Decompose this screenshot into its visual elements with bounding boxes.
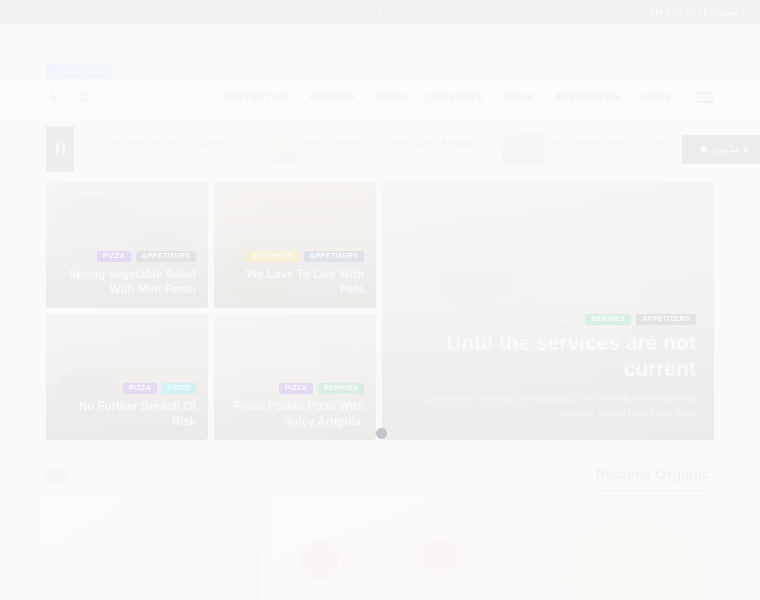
ticker-count-label: ۵ عناوین bbox=[713, 143, 749, 155]
top-utility-bar: ۸ بهمن ۱۴۰۲ 9:09:34 AM ‹ | › bbox=[0, 0, 760, 24]
tag-desserts[interactable]: DESSERTS bbox=[246, 251, 300, 263]
tag-appetizers[interactable]: APPETIZERS bbox=[636, 314, 696, 326]
tag-pizza[interactable]: PIZZA bbox=[122, 383, 158, 395]
topbar-pager: ‹ | › bbox=[0, 0, 760, 24]
ticker-item[interactable]: No Further Breach Of Risk 2 سال Ago bbox=[490, 133, 682, 165]
shuffle-icon: ↯ bbox=[619, 36, 628, 48]
hero-featured-content: 2 سال Ago BERRIES APPETIZERS Until the s… bbox=[382, 300, 714, 440]
random-post-link[interactable]: ↯ مطلب تصادفی bbox=[556, 37, 628, 48]
hero-card-title: We Love To Live With Pets bbox=[246, 269, 364, 297]
hero-featured-title: Until the services are not current bbox=[446, 332, 696, 382]
hero-card-we-love-to-live-with-pets[interactable]: DESSERTS APPETIZERS We Love To Live With… bbox=[214, 182, 376, 308]
hero-grid: PIZZA APPETIZERS Spring Vegetable Salad … bbox=[46, 182, 714, 440]
random-post-label: مطلب تصادفی bbox=[556, 36, 615, 48]
main-navigation: CONTACT US BERRIES FOOD DESSERTS PIZZA A… bbox=[222, 92, 714, 103]
live-now-label: Live Now bbox=[63, 66, 103, 76]
hero-card-content: DESSERTS APPETIZERS We Love To Live With… bbox=[214, 241, 376, 308]
secondary-strip: ↯ مطلب تصادفی این مطلب یک شروع است bbox=[0, 24, 760, 60]
search-icon[interactable] bbox=[77, 91, 90, 104]
hero-featured-excerpt: Lorem Ipsum is simply dummy text of the … bbox=[422, 392, 696, 420]
nav-item-desserts[interactable]: DESSERTS bbox=[427, 92, 483, 103]
hero-card-title: Pesto Potato Pizza With Spicy Arugula. bbox=[233, 401, 364, 429]
ticker-item-title: Pesto Potato Pizza With Spicy Arugula. bbox=[303, 137, 478, 149]
ticker-item-body: Until the services are not current 2 سال… bbox=[86, 138, 230, 161]
hero-featured-time: 2 سال Ago bbox=[538, 315, 575, 325]
ticker-item-time: 2 سال Ago bbox=[442, 151, 478, 161]
recipe-card-image bbox=[273, 500, 487, 600]
tag-pizza[interactable]: PIZZA bbox=[96, 251, 132, 263]
nav-item-berries[interactable]: BERRIES bbox=[310, 92, 356, 103]
hero-card-tags: PIZZA FOOD bbox=[58, 383, 196, 395]
hero-card-title: No Further Breach Of Risk bbox=[79, 401, 196, 429]
hero-featured-card[interactable]: 2 سال Ago BERRIES APPETIZERS Until the s… bbox=[382, 182, 714, 440]
live-now-badge[interactable]: Live Now bbox=[46, 63, 113, 79]
live-now-row: Live Now bbox=[0, 62, 760, 80]
hero-card-spring-vegetable-salad[interactable]: PIZZA APPETIZERS Spring Vegetable Salad … bbox=[46, 182, 208, 308]
ticker-item-body: Pesto Potato Pizza With Spicy Arugula. 2… bbox=[304, 138, 478, 161]
ticker-item[interactable]: Until the services are not current 2 سال… bbox=[74, 138, 242, 161]
recipe-card-image bbox=[500, 500, 714, 600]
hero-card-tags: PIZZA BERRIES bbox=[226, 383, 364, 395]
carousel-dot-active[interactable] bbox=[376, 428, 387, 439]
ticker-pause-button[interactable] bbox=[46, 126, 74, 172]
ticker-item-time: 2 سال Ago bbox=[194, 151, 230, 161]
ticker-item-thumbnail bbox=[501, 133, 544, 165]
site-header: CONTACT US BERRIES FOOD DESSERTS PIZZA A… bbox=[0, 80, 760, 116]
hero-card-content: PIZZA FOOD No Further Breach Of Risk bbox=[46, 373, 208, 440]
live-divider bbox=[104, 71, 714, 72]
page-root: ۸ بهمن ۱۴۰۲ 9:09:34 AM ‹ | › ↯ مطلب تصاد… bbox=[0, 0, 760, 600]
section-title: Recipes Organic bbox=[595, 467, 710, 492]
recipe-card[interactable] bbox=[273, 500, 487, 600]
ticker-item[interactable]: Pesto Potato Pizza With Spicy Arugula. 2… bbox=[242, 133, 490, 165]
moon-icon[interactable] bbox=[46, 91, 59, 104]
hero-card-pesto-potato-pizza[interactable]: PIZZA BERRIES Pesto Potato Pizza With Sp… bbox=[214, 314, 376, 440]
news-ticker: Until the services are not current 2 سال… bbox=[46, 126, 760, 172]
tag-food[interactable]: FOOD bbox=[162, 383, 196, 395]
pager-prev-icon[interactable]: ‹ bbox=[388, 7, 391, 18]
hero-card-tags: PIZZA APPETIZERS bbox=[58, 251, 196, 263]
recipe-card-image bbox=[46, 500, 260, 600]
current-datetime: ۸ بهمن ۱۴۰۲ 9:09:34 AM bbox=[649, 6, 746, 17]
ticker-item-body: No Further Breach Of Risk 2 سال Ago bbox=[552, 138, 670, 161]
nav-item-contact-us[interactable]: CONTACT US bbox=[222, 92, 289, 103]
header-icon-group bbox=[46, 91, 90, 104]
recipe-card[interactable] bbox=[46, 500, 260, 600]
section-divider bbox=[46, 493, 714, 494]
hamburger-icon[interactable] bbox=[697, 92, 714, 103]
hero-card-title: Spring Vegetable Salad With Mint Pesto bbox=[68, 269, 196, 297]
ticker-headline-count-badge[interactable]: ۵ عناوین ◆ bbox=[681, 134, 760, 164]
pager-separator: | bbox=[378, 7, 382, 17]
hero-card-content: PIZZA BERRIES Pesto Potato Pizza With Sp… bbox=[214, 373, 376, 440]
ticker-item-time: 2 سال Ago bbox=[634, 151, 670, 161]
tag-pizza[interactable]: PIZZA bbox=[278, 383, 314, 395]
nav-item-appetizers[interactable]: APPETIZERS bbox=[555, 92, 620, 103]
hero-card-content: PIZZA APPETIZERS Spring Vegetable Salad … bbox=[46, 241, 208, 308]
hero-card-no-further-breach-of-risk[interactable]: PIZZA FOOD No Further Breach Of Risk bbox=[46, 314, 208, 440]
ticker-item-title: Until the services are not current bbox=[86, 137, 230, 149]
tag-berries[interactable]: BERRIES bbox=[318, 383, 364, 395]
section-header-recipes-organic: Recipes Organic ‹ bbox=[46, 462, 714, 496]
ticker-item-thumbnail bbox=[253, 133, 296, 165]
pager-next-icon[interactable]: › bbox=[368, 7, 371, 18]
nav-item-home[interactable]: HOME bbox=[641, 92, 672, 103]
recipe-card[interactable] bbox=[500, 500, 714, 600]
nav-item-pizza[interactable]: PIZZA bbox=[504, 92, 534, 103]
live-dot-icon bbox=[54, 68, 59, 74]
hero-featured-tags: 2 سال Ago BERRIES APPETIZERS bbox=[400, 314, 696, 326]
ticker-count-icon: ◆ bbox=[699, 143, 708, 155]
carousel-prev-button[interactable]: ‹ bbox=[46, 466, 66, 486]
nav-item-food[interactable]: FOOD bbox=[377, 92, 407, 103]
hero-card-tags: DESSERTS APPETIZERS bbox=[226, 251, 364, 263]
marquee-text: این مطلب یک شروع است bbox=[345, 36, 449, 48]
ticker-item-title: No Further Breach Of Risk bbox=[551, 137, 670, 149]
tag-berries[interactable]: BERRIES bbox=[585, 314, 632, 326]
tag-appetizers[interactable]: APPETIZERS bbox=[304, 251, 364, 263]
recipes-card-row bbox=[46, 500, 714, 600]
tag-appetizers[interactable]: APPETIZERS bbox=[136, 251, 196, 263]
